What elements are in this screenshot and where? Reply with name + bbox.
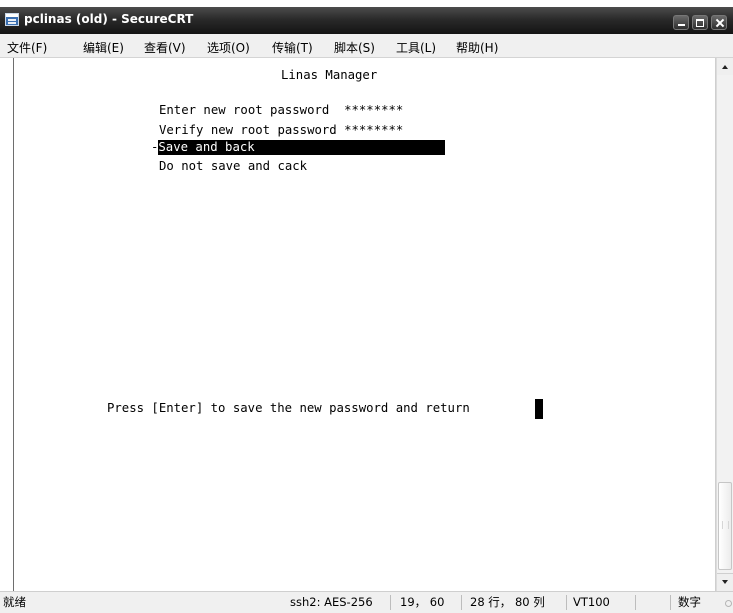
status-separator [635, 595, 636, 610]
status-ready: 就绪 [3, 595, 26, 609]
menu-options[interactable]: 选项(O) [207, 39, 250, 56]
securecrt-app-icon[interactable] [5, 13, 19, 26]
menu-script[interactable]: 脚本(S) [334, 39, 375, 56]
window-frame-left [0, 58, 13, 591]
title-bar[interactable]: pclinas (old) - SecureCRT [0, 7, 733, 34]
status-separator [670, 595, 671, 610]
maximize-button[interactable] [692, 15, 708, 30]
option-do-not-save[interactable]: Do not save and cack [159, 159, 307, 174]
terminal-line-enter-password: Enter new root password ******** [159, 103, 404, 117]
selection-marker: - [151, 140, 159, 154]
window-title: pclinas (old) - SecureCRT [24, 12, 194, 26]
status-separator [390, 595, 391, 610]
menu-file[interactable]: 文件(F) [7, 39, 47, 56]
status-terminal-size: 28 行， 80 列 [470, 595, 545, 609]
terminal-screen[interactable]: Linas Manager Enter new root password **… [13, 58, 716, 591]
menu-help[interactable]: 帮助(H) [456, 39, 498, 56]
menu-transfer[interactable]: 传输(T) [272, 39, 313, 56]
terminal-header: Linas Manager [281, 68, 378, 82]
minimize-button[interactable] [673, 15, 689, 30]
scroll-up-arrow-icon[interactable] [717, 58, 733, 75]
status-numlock: 数字 [678, 595, 701, 609]
resize-grip-icon[interactable] [722, 596, 732, 610]
terminal-selected-row[interactable]: -Save and back [151, 140, 446, 155]
selected-option-save-and-back[interactable]: Save and back [158, 140, 446, 155]
status-cursor-position: 19， 60 [400, 595, 445, 609]
menu-bar: 文件(F) 编辑(E) 查看(V) 选项(O) 传输(T) 脚本(S) 工具(L… [0, 34, 733, 58]
status-bar: 就绪 ssh2: AES-256 19， 60 28 行， 80 列 VT100… [0, 591, 733, 613]
menu-edit[interactable]: 编辑(E) [83, 39, 124, 56]
status-separator [461, 595, 462, 610]
vertical-scrollbar[interactable] [716, 58, 733, 591]
status-emulation: VT100 [573, 595, 610, 609]
menu-tools[interactable]: 工具(L) [396, 39, 436, 56]
securecrt-window: pclinas (old) - SecureCRT 文件(F) 编辑(E) 查看… [0, 0, 733, 613]
terminal-cursor [535, 399, 543, 419]
close-button[interactable] [711, 15, 727, 30]
scroll-down-arrow-icon[interactable] [717, 573, 733, 591]
terminal-line-verify-password: Verify new root password ******** [159, 123, 404, 137]
status-protocol: ssh2: AES-256 [290, 595, 373, 609]
terminal-prompt: Press [Enter] to save the new password a… [107, 401, 470, 415]
menu-view[interactable]: 查看(V) [144, 39, 186, 56]
status-separator [566, 595, 567, 610]
scrollbar-thumb[interactable] [718, 482, 732, 570]
